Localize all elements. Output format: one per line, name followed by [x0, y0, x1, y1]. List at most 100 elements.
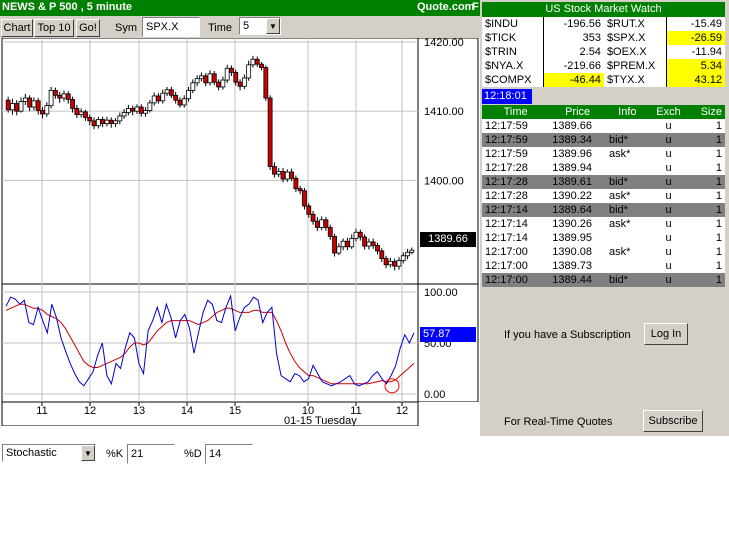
market-watch-row: $INDU -196.56 $RUT.X -15.49 [482, 17, 725, 31]
trades-column-header[interactable]: Exch [648, 105, 689, 119]
candle-body [396, 260, 402, 267]
trade-price: 1390.08 [552, 246, 592, 258]
watch-symbol[interactable]: $TRIN [482, 45, 545, 59]
watch-symbol[interactable]: $INDU [482, 17, 545, 31]
candle-body [332, 236, 337, 254]
trades-table: Time Price Info Exch Size 12:17:59 1389.66 u 1 12… [482, 105, 725, 287]
candle-body [280, 170, 286, 180]
indicator-select[interactable]: Stochastic ▼ [2, 444, 96, 462]
trade-row[interactable]: 12:17:28 1389.94 u 1 [482, 161, 725, 175]
stoch-tick-label: 100.00 [424, 287, 458, 299]
market-watch-title-bar: US Stock Market Watch [482, 2, 725, 17]
candle-body [65, 93, 71, 100]
market-watch-row: $NYA.X -219.66 $PREM.X 5.34 [482, 59, 725, 73]
candle-body [5, 99, 11, 111]
chart-button[interactable]: Chart [1, 19, 33, 37]
candle-body [323, 219, 329, 228]
d-input-value: 14 [209, 448, 222, 460]
last-price-box: 1389.66 [420, 232, 476, 247]
watch-symbol[interactable]: $TYX.X [603, 73, 667, 87]
candle-body [284, 171, 290, 180]
x-tick-label: 12 [84, 405, 96, 417]
trade-time: 12:17:14 [485, 218, 528, 230]
price-tick-label: 1400.00 [424, 175, 464, 187]
trade-row[interactable]: 12:17:00 1389.73 u 1 [482, 259, 725, 273]
trade-row[interactable]: 12:17:28 1389.61 bid* u 1 [482, 175, 725, 189]
trade-size: 1 [715, 218, 722, 230]
trade-price: 1389.73 [552, 260, 592, 272]
watch-symbol[interactable]: $PREM.X [603, 59, 667, 73]
trade-row[interactable]: 12:17:59 1389.96 ask* u 1 [482, 147, 725, 161]
x-tick-label: 14 [181, 405, 193, 417]
go-button[interactable]: Go! [76, 19, 100, 37]
k-input[interactable]: 21 [127, 444, 175, 464]
indicator-value: Stochastic [6, 447, 57, 459]
watch-symbol[interactable]: $RUT.X [603, 17, 667, 31]
watch-symbol[interactable]: $NYA.X [482, 59, 545, 73]
trade-row[interactable]: 12:17:00 1390.08 ask* u 1 [482, 245, 725, 259]
watch-symbol[interactable]: $SPX.X [603, 31, 667, 45]
subscribe-button[interactable]: Subscribe [643, 410, 703, 432]
price-tick-label: 1420.00 [424, 38, 464, 49]
trade-row[interactable]: 12:17:14 1390.26 ask* u 1 [482, 217, 725, 231]
candle-body [336, 246, 342, 254]
top10-button[interactable]: Top 10 [34, 19, 74, 37]
last-stoch: 57.87 [423, 328, 451, 340]
candle-body [78, 111, 84, 116]
d-label: %D [184, 448, 202, 460]
trade-time: 12:17:59 [485, 148, 528, 160]
trade-info: ask* [609, 148, 631, 160]
trade-info [606, 259, 649, 273]
candle-body [177, 99, 183, 106]
trades-column-header[interactable]: Info [606, 105, 649, 119]
candle-body [87, 117, 93, 122]
candle-body [405, 251, 410, 257]
x-axis: 11 12 13 14 15 10 11 1201-15 Tuesday [1, 402, 419, 426]
trade-price: 1389.61 [552, 176, 592, 188]
trade-exch: u [665, 218, 672, 230]
trade-row[interactable]: 12:17:14 1389.95 u 1 [482, 231, 725, 245]
trade-row[interactable]: 12:17:28 1390.22 ask* u 1 [482, 189, 725, 203]
candle-body [117, 115, 123, 122]
candle-body [100, 119, 106, 125]
d-input[interactable]: 14 [205, 444, 253, 464]
trade-row[interactable]: 12:17:00 1389.44 bid* u 1 [482, 273, 725, 287]
watch-value: 353 [543, 31, 604, 45]
trades-column-header[interactable]: Price [549, 105, 606, 119]
trade-price: 1389.44 [552, 274, 592, 286]
trade-time: 12:17:00 [485, 260, 528, 272]
trade-row[interactable]: 12:17:59 1389.66 u 1 [482, 119, 725, 133]
trade-row[interactable]: 12:17:14 1389.64 bid* u 1 [482, 203, 725, 217]
trade-exch: u [665, 190, 672, 202]
chevron-down-icon[interactable]: ▼ [266, 18, 280, 34]
candle-body [207, 73, 213, 84]
chevron-down-icon[interactable]: ▼ [81, 445, 95, 461]
candle-body [168, 89, 174, 96]
candle-body [121, 112, 127, 117]
candle-body [254, 58, 260, 65]
trade-size: 1 [715, 176, 722, 188]
candle-body [113, 120, 118, 125]
candle-body [35, 100, 41, 111]
market-watch-title: US Stock Market Watch [545, 3, 662, 15]
watch-symbol[interactable]: $OEX.X [603, 45, 667, 59]
trades-column-header[interactable]: Size [688, 105, 725, 119]
market-watch-row: $TICK 353 $SPX.X -26.59 [482, 31, 725, 45]
trade-size: 1 [715, 120, 722, 132]
trade-exch: u [665, 274, 672, 286]
trade-row[interactable]: 12:17:59 1389.34 bid* u 1 [482, 133, 725, 147]
watch-symbol[interactable]: $TICK [482, 31, 545, 45]
watch-symbol[interactable]: $COMPX [482, 73, 545, 87]
candle-body [27, 97, 33, 108]
trades-column-header[interactable]: Time [482, 105, 550, 119]
login-button[interactable]: Log In [644, 323, 688, 345]
realtime-text: For Real-Time Quotes [504, 416, 613, 428]
symbol-input[interactable]: SPX.X [142, 17, 200, 37]
time-select[interactable]: 5 ▼ [239, 17, 281, 35]
candle-body [108, 119, 114, 125]
trade-price: 1389.94 [552, 162, 592, 174]
candle-body [203, 75, 209, 84]
watch-value: -11.94 [666, 45, 725, 59]
candle-body [224, 67, 230, 81]
candle-body [237, 81, 243, 87]
